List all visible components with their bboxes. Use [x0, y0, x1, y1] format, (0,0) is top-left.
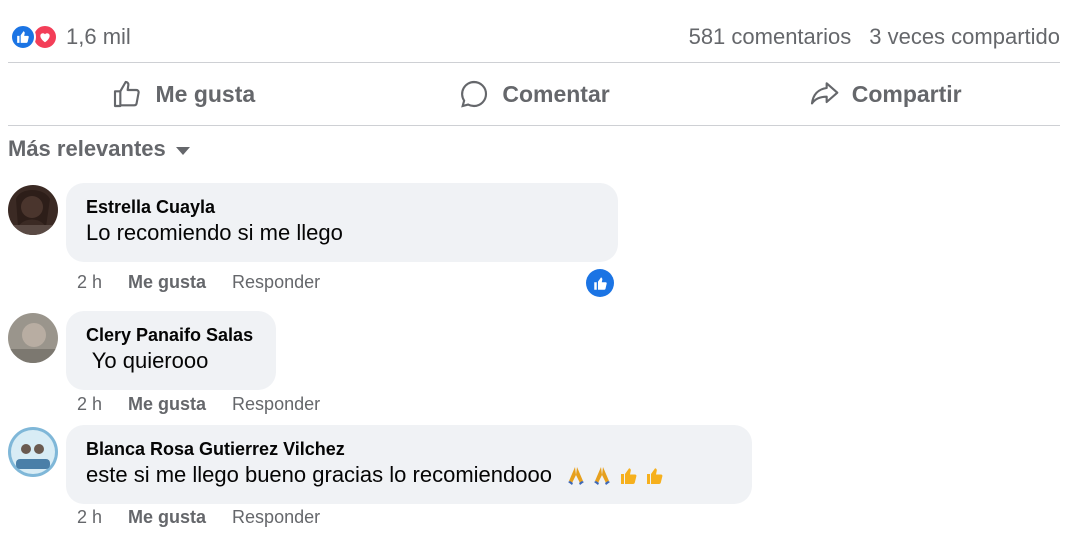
thumbs-up-emoji-icon	[620, 468, 637, 484]
comment-time[interactable]: 2 h	[77, 394, 102, 415]
action-bar: Me gusta Comentar Compartir	[8, 64, 1060, 124]
comment-sort-dropdown[interactable]: Más relevantes	[8, 134, 190, 164]
share-count-link[interactable]: 3 veces compartido	[869, 24, 1060, 50]
reaction-count[interactable]: 1,6 mil	[66, 24, 131, 50]
divider	[8, 125, 1060, 126]
comment-author[interactable]: Estrella Cuayla	[86, 195, 598, 219]
engagement-counts: 581 comentarios 3 veces compartido	[689, 24, 1060, 50]
avatar[interactable]	[8, 185, 58, 235]
comment-icon	[461, 80, 488, 108]
comment-reply-link[interactable]: Responder	[232, 394, 320, 415]
comment-bubble: Estrella Cuayla Lo recomiendo si me lleg…	[66, 183, 618, 262]
avatar[interactable]	[8, 313, 58, 363]
thumbs-up-icon	[114, 80, 141, 108]
comment-emoji	[564, 463, 668, 487]
comment-button[interactable]: Comentar	[359, 64, 710, 124]
comment-text: Lo recomiendo si me llego	[86, 220, 343, 245]
share-button-label: Compartir	[851, 80, 962, 107]
comment-author[interactable]: Blanca Rosa Gutierrez Vilchez	[86, 437, 732, 461]
comment-reply-link[interactable]: Responder	[232, 507, 320, 528]
reaction-icons	[10, 24, 58, 50]
comment-button-label: Comentar	[502, 80, 610, 107]
comment-like-link[interactable]: Me gusta	[128, 272, 206, 293]
comment-time[interactable]: 2 h	[77, 272, 102, 293]
comment-text-row: este si me llego bueno gracias lo recomi…	[86, 461, 732, 489]
comment-text: este si me llego bueno gracias lo recomi…	[86, 462, 552, 487]
comment-like-link[interactable]: Me gusta	[128, 507, 206, 528]
share-icon	[810, 82, 839, 105]
comment-like-link[interactable]: Me gusta	[128, 394, 206, 415]
comment-bubble: Blanca Rosa Gutierrez Vilchez este si me…	[66, 425, 752, 504]
like-button-label: Me gusta	[155, 80, 256, 107]
like-reaction-icon	[10, 24, 36, 50]
comment-meta: 2 h Me gusta Responder	[77, 507, 320, 528]
like-button[interactable]: Me gusta	[8, 64, 359, 124]
reaction-summary: 1,6 mil 581 comentarios 3 veces comparti…	[10, 20, 1060, 54]
reactions[interactable]: 1,6 mil	[10, 24, 131, 50]
folded-hands-icon	[593, 467, 610, 485]
avatar[interactable]	[8, 427, 58, 477]
comment-time[interactable]: 2 h	[77, 507, 102, 528]
share-button[interactable]: Compartir	[709, 64, 1060, 124]
folded-hands-icon	[567, 467, 584, 485]
sort-label: Más relevantes	[8, 136, 166, 161]
thumbs-up-emoji-icon	[646, 468, 663, 484]
like-reaction-badge-icon[interactable]	[586, 269, 614, 297]
comment-meta: 2 h Me gusta Responder	[77, 394, 320, 415]
caret-down-icon	[175, 147, 190, 155]
comment-text: Yo quierooo	[86, 348, 209, 373]
comment-bubble: Clery Panaifo Salas Yo quierooo	[66, 311, 276, 390]
comment-count-link[interactable]: 581 comentarios	[689, 24, 852, 50]
comment-meta: 2 h Me gusta Responder	[77, 272, 320, 293]
comment-author[interactable]: Clery Panaifo Salas	[86, 323, 256, 347]
divider	[8, 62, 1060, 63]
comment-reply-link[interactable]: Responder	[232, 272, 320, 293]
